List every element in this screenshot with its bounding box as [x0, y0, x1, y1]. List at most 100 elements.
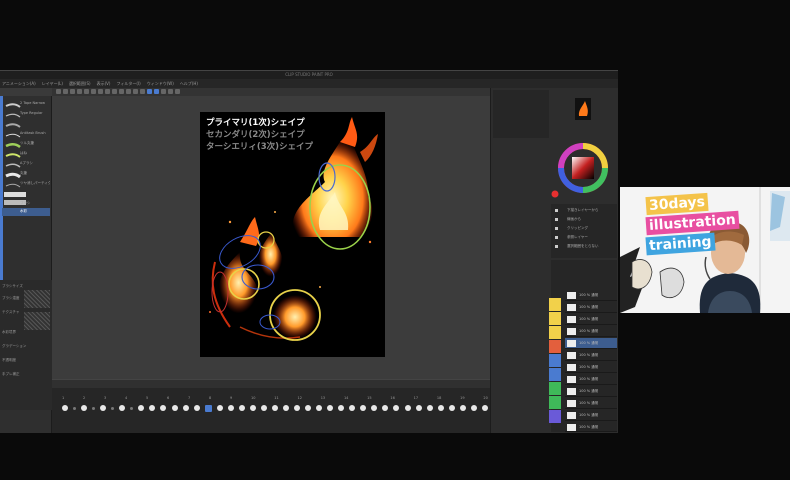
frame-cel[interactable]	[360, 405, 367, 411]
timeline-track[interactable]	[62, 404, 488, 412]
frame-cel[interactable]	[448, 405, 455, 411]
layer-row[interactable]: 100 % 通常	[565, 302, 617, 313]
layer-row[interactable]: 100 % 通常	[565, 410, 617, 421]
menu-view[interactable]: 表示(V)	[97, 79, 111, 88]
layer-row[interactable]: 100 % 通常	[565, 398, 617, 409]
brush-antitask[interactable]: Antitask Brush	[2, 130, 50, 137]
frame-cel[interactable]	[249, 405, 256, 411]
frame-cel[interactable]	[119, 405, 126, 411]
frame-cel[interactable]	[73, 406, 77, 410]
drawing-canvas[interactable]: プライマリ(1次)シェイプ セカンダリ(2次)シェイプ ターシエリィ(3次)シェ…	[200, 112, 385, 357]
brush-particle[interactable]: ツヤ消しパーティクル	[2, 180, 50, 187]
menu-layer[interactable]: レイヤー(L)	[42, 79, 63, 88]
clear-icon[interactable]	[91, 89, 96, 94]
layer-row[interactable]: 100 % 通常	[565, 374, 617, 385]
frame-cel[interactable]	[282, 405, 289, 411]
frame-cel[interactable]	[149, 405, 156, 411]
frame-cel[interactable]	[459, 405, 466, 411]
menu-help[interactable]: ヘルプ(H)	[180, 79, 198, 88]
brush-splash[interactable]: はね	[2, 150, 50, 157]
frame-cel[interactable]	[227, 405, 234, 411]
invert-icon[interactable]	[119, 89, 124, 94]
undo-icon[interactable]	[77, 89, 82, 94]
texture-preview[interactable]	[24, 290, 50, 308]
brush-type-regular[interactable]: Type Regular	[2, 110, 50, 117]
frame-cel[interactable]	[238, 405, 245, 411]
canvas-workspace[interactable]: プライマリ(1次)シェイプ セカンダリ(2次)シェイプ ターシエリィ(3次)シェ…	[52, 96, 490, 379]
layer-row[interactable]: 100 % 通常	[565, 386, 617, 397]
frame-cel[interactable]	[81, 405, 88, 411]
frame-cel[interactable]	[62, 405, 68, 411]
layer-row[interactable]: 100 % 通常	[565, 350, 617, 361]
lp-reference-layer[interactable]: 参照レイヤー	[553, 234, 615, 241]
frame-cel[interactable]	[111, 406, 115, 410]
frame-cel[interactable]	[426, 405, 433, 411]
frame-cel[interactable]	[327, 405, 334, 411]
frame-cel[interactable]	[393, 405, 400, 411]
crop-icon[interactable]	[175, 89, 180, 94]
deselect-icon[interactable]	[112, 89, 117, 94]
snap-special-icon[interactable]	[154, 89, 159, 94]
frame-cel[interactable]	[294, 405, 301, 411]
frame-cel[interactable]	[404, 405, 411, 411]
frame-cel[interactable]	[305, 405, 312, 411]
frame-cel[interactable]	[92, 406, 96, 410]
brush-watercolor-selected[interactable]: 水彩	[2, 208, 50, 215]
frame-cel[interactable]	[216, 405, 223, 411]
frame-cel[interactable]	[193, 405, 200, 411]
menu-window[interactable]: ウィンドウ(W)	[147, 79, 174, 88]
layer-row[interactable]: 100 % 通常	[565, 290, 617, 301]
lp-no-selection[interactable]: 選択範囲をとらない	[553, 243, 615, 250]
active-tool-icon[interactable]	[147, 89, 152, 94]
save-icon[interactable]	[70, 89, 75, 94]
frame-cel[interactable]	[382, 405, 389, 411]
fill-icon[interactable]	[168, 89, 173, 94]
menu-selection[interactable]: 選択範囲(S)	[69, 79, 91, 88]
lp-clipping[interactable]: クリッピング	[553, 225, 615, 232]
frame-cel[interactable]	[481, 405, 488, 411]
lp-lineart-ref[interactable]: 線画から	[553, 216, 615, 223]
frame-cel[interactable]	[130, 406, 134, 410]
menu-animation[interactable]: アニメーション(A)	[2, 79, 36, 88]
open-icon[interactable]	[63, 89, 68, 94]
menu-filter[interactable]: フィルター(I)	[116, 79, 140, 88]
brush-tape-narrow[interactable]: 2 Tape Narrow	[2, 100, 50, 107]
sub-tool-tabs[interactable]	[0, 88, 52, 96]
frame-cel[interactable]	[338, 405, 345, 411]
frame-cel[interactable]	[371, 405, 378, 411]
frame-cel[interactable]	[470, 405, 477, 411]
frame-cel[interactable]	[160, 405, 167, 411]
navigator-thumbnail[interactable]	[575, 98, 591, 120]
ruler-icon[interactable]	[133, 89, 138, 94]
lp-draft-ref[interactable]: 下描きレイヤーから	[553, 207, 615, 214]
brush-round-2[interactable]: 丸筆	[2, 170, 50, 177]
texture-preview-2[interactable]	[24, 312, 50, 330]
frame-cel[interactable]	[260, 405, 267, 411]
frame-cel[interactable]	[349, 405, 356, 411]
navigator-panel[interactable]	[493, 90, 549, 138]
frame-cel[interactable]	[415, 405, 422, 411]
frame-cel[interactable]	[171, 405, 178, 411]
redo-icon[interactable]	[84, 89, 89, 94]
layer-row-selected[interactable]: 100 % 通常	[565, 338, 617, 349]
frame-cel[interactable]	[271, 405, 278, 411]
color-wheel[interactable]	[551, 138, 615, 202]
frame-cel[interactable]	[182, 405, 189, 411]
current-frame-marker[interactable]	[204, 404, 212, 412]
timeline-header[interactable]	[52, 380, 490, 388]
frame-cel[interactable]	[100, 405, 107, 411]
snap-icon[interactable]	[126, 89, 131, 94]
new-icon[interactable]	[56, 89, 61, 94]
lasso-icon[interactable]	[161, 89, 166, 94]
brush-round[interactable]: ツル丸筆	[2, 140, 50, 147]
brush-a[interactable]: Aブラシ	[2, 160, 50, 167]
select-all-icon[interactable]	[105, 89, 110, 94]
layer-row[interactable]: 100 % 通常	[565, 422, 617, 432]
transform-icon[interactable]	[98, 89, 103, 94]
layer-row[interactable]: 100 % 通常	[565, 314, 617, 325]
frame-cel[interactable]	[316, 405, 323, 411]
frame-cel[interactable]	[437, 405, 444, 411]
grid-icon[interactable]	[140, 89, 145, 94]
brush-generic[interactable]: ブラシ	[2, 200, 50, 207]
frame-cel[interactable]	[138, 405, 145, 411]
